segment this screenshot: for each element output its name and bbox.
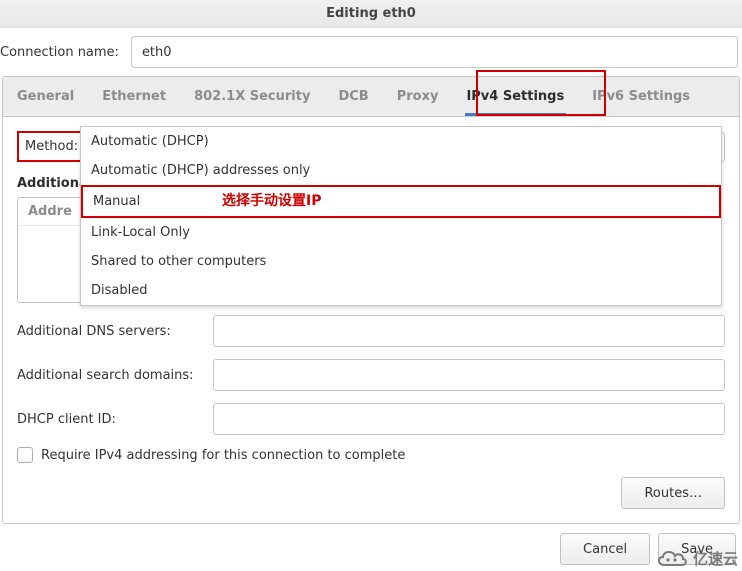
- method-dropdown: Automatic (DHCP) Automatic (DHCP) addres…: [80, 126, 722, 306]
- require-ipv4-label: Require IPv4 addressing for this connect…: [41, 448, 405, 463]
- tab-general[interactable]: General: [3, 77, 88, 116]
- method-option-automatic-dhcp[interactable]: Automatic (DHCP): [81, 127, 721, 156]
- tab-proxy[interactable]: Proxy: [383, 77, 453, 116]
- routes-row: Routes…: [17, 477, 725, 509]
- dhcp-client-id-input[interactable]: [213, 403, 725, 435]
- method-option-disabled[interactable]: Disabled: [81, 276, 721, 305]
- connection-name-row: Connection name:: [0, 28, 742, 76]
- cancel-button[interactable]: Cancel: [560, 533, 650, 565]
- method-label: Method:: [17, 131, 86, 162]
- annotation-manual-ip: 选择手动设置IP: [222, 190, 321, 210]
- cloud-icon: [655, 547, 689, 569]
- watermark: 亿速云: [655, 547, 738, 569]
- tab-8021x-security[interactable]: 802.1X Security: [180, 77, 324, 116]
- window-title: Editing eth0: [326, 6, 416, 21]
- require-ipv4-row: Require IPv4 addressing for this connect…: [17, 447, 725, 463]
- dns-servers-input[interactable]: [213, 315, 725, 347]
- method-option-manual[interactable]: Manual: [81, 185, 721, 218]
- search-domains-row: Additional search domains:: [17, 359, 725, 391]
- search-domains-label: Additional search domains:: [17, 368, 203, 383]
- watermark-text: 亿速云: [693, 548, 738, 569]
- tab-ipv6-settings[interactable]: IPv6 Settings: [578, 77, 704, 116]
- tab-dcb[interactable]: DCB: [324, 77, 382, 116]
- connection-name-label: Connection name:: [0, 45, 119, 60]
- require-ipv4-checkbox[interactable]: [17, 447, 33, 463]
- connection-name-input[interactable]: [131, 36, 738, 68]
- tab-ipv4-settings[interactable]: IPv4 Settings: [452, 77, 578, 116]
- window-title-bar: Editing eth0: [0, 0, 742, 28]
- dns-servers-row: Additional DNS servers:: [17, 315, 725, 347]
- method-option-automatic-dhcp-addresses-only[interactable]: Automatic (DHCP) addresses only: [81, 156, 721, 185]
- dhcp-client-id-label: DHCP client ID:: [17, 412, 203, 427]
- tab-bar: General Ethernet 802.1X Security DCB Pro…: [3, 77, 739, 117]
- search-domains-input[interactable]: [213, 359, 725, 391]
- dns-servers-label: Additional DNS servers:: [17, 324, 203, 339]
- method-option-link-local-only[interactable]: Link-Local Only: [81, 218, 721, 247]
- dhcp-client-id-row: DHCP client ID:: [17, 403, 725, 435]
- addresses-col-address: Addre: [28, 204, 72, 219]
- tab-ethernet[interactable]: Ethernet: [88, 77, 180, 116]
- routes-button[interactable]: Routes…: [621, 477, 725, 509]
- method-option-shared[interactable]: Shared to other computers: [81, 247, 721, 276]
